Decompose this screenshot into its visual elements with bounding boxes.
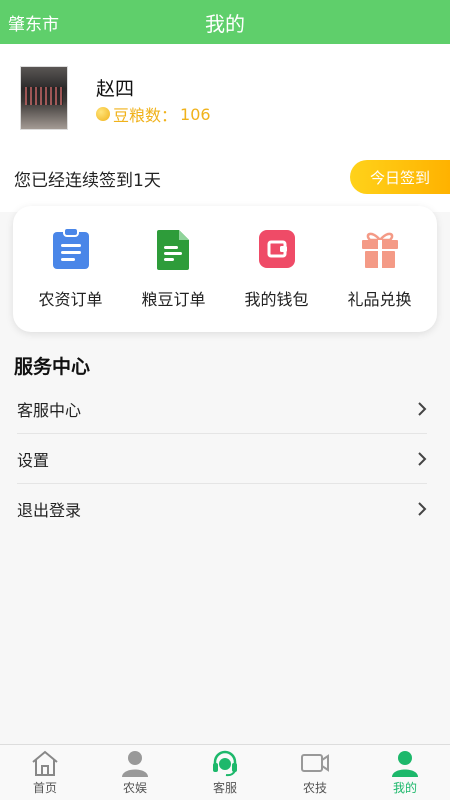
top-bar: 肇东市 我的 — [0, 0, 450, 44]
tab-agri-tech[interactable]: 农技 — [270, 749, 360, 796]
menu-item-settings[interactable]: 设置 — [17, 434, 427, 484]
quick-action-label: 农资订单 — [38, 290, 103, 309]
profile-section: 赵四 豆粮数： 106 — [0, 44, 450, 144]
daily-sign-in-button[interactable]: 今日签到 — [350, 160, 450, 194]
avatar[interactable] — [20, 66, 68, 130]
city-selector[interactable]: 肇东市 — [8, 10, 59, 35]
headset-icon — [213, 750, 237, 777]
home-icon — [32, 750, 58, 776]
points-label: 豆粮数： — [113, 106, 178, 125]
bottom-tab-bar: 首页 农娱 客服 农技 我的 — [0, 744, 450, 800]
tab-mine[interactable]: 我的 — [360, 749, 450, 796]
tab-home[interactable]: 首页 — [0, 749, 90, 796]
video-icon — [301, 754, 329, 772]
document-icon — [156, 230, 189, 270]
wallet-icon — [258, 230, 295, 268]
service-menu: 客服中心 设置 退出登录 — [17, 384, 427, 534]
quick-action-gift-exchange[interactable]: 礼品兑换 — [330, 228, 430, 310]
menu-item-customer-service[interactable]: 客服中心 — [17, 384, 427, 434]
tab-label: 农娱 — [122, 781, 147, 795]
quick-action-label: 礼品兑换 — [347, 290, 412, 309]
menu-item-label: 退出登录 — [17, 501, 82, 520]
gift-icon — [361, 232, 398, 268]
person-icon — [122, 751, 148, 777]
quick-action-farm-supplies-orders[interactable]: 农资订单 — [21, 228, 121, 310]
sign-in-row: 您已经连续签到1天 今日签到 — [0, 144, 450, 212]
page-title: 我的 — [205, 11, 245, 36]
menu-item-label: 客服中心 — [17, 400, 82, 420]
username: 赵四 — [96, 78, 135, 100]
quick-action-label: 我的钱包 — [244, 290, 309, 309]
menu-item-logout[interactable]: 退出登录 — [17, 484, 427, 534]
coin-icon — [96, 107, 110, 121]
quick-action-wallet[interactable]: 我的钱包 — [227, 228, 327, 310]
tab-label: 首页 — [32, 781, 57, 795]
quick-action-label: 粮豆订单 — [141, 290, 206, 309]
tab-entertainment[interactable]: 农娱 — [90, 749, 180, 796]
chevron-right-icon — [418, 502, 427, 516]
tab-customer-service[interactable]: 客服 — [180, 749, 270, 796]
profile-icon — [392, 751, 418, 777]
sign-in-streak-text: 您已经连续签到1天 — [14, 171, 161, 191]
tab-label: 客服 — [212, 781, 237, 795]
clipboard-icon — [52, 228, 89, 269]
points-value: 106 — [180, 104, 211, 124]
chevron-right-icon — [418, 451, 427, 466]
quick-actions-card: 农资订单 粮豆订单 我的钱包 礼品兑换 — [13, 206, 437, 332]
tab-label: 我的 — [392, 781, 417, 795]
points-display: 豆粮数： 106 — [96, 102, 211, 126]
menu-item-label: 设置 — [17, 450, 50, 470]
quick-action-grain-orders[interactable]: 粮豆订单 — [124, 228, 224, 310]
service-center-title: 服务中心 — [14, 356, 91, 378]
chevron-right-icon — [418, 401, 427, 416]
tab-label: 农技 — [302, 781, 327, 795]
